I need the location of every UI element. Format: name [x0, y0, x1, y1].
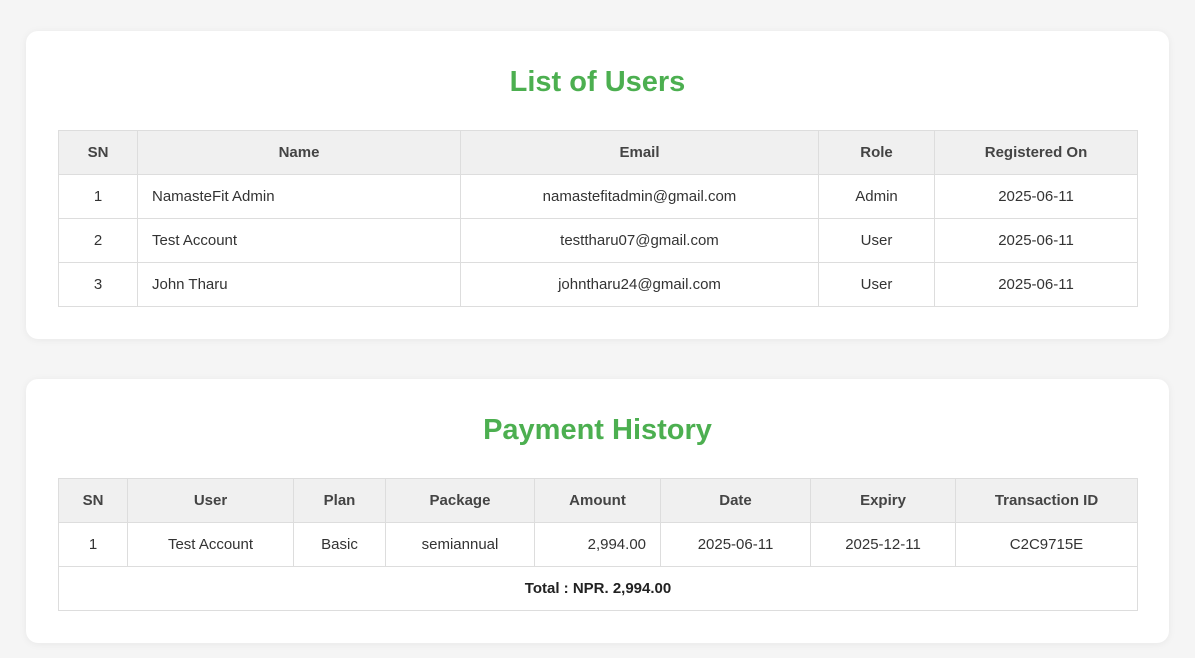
col-header-date: Date — [660, 478, 811, 523]
cell-name: NamasteFit Admin — [137, 174, 461, 219]
users-table: SN Name Email Role Registered On 1 Namas… — [58, 130, 1138, 307]
table-row: 3 John Tharu johntharu24@gmail.com User … — [58, 262, 1138, 307]
col-header-plan: Plan — [293, 478, 386, 523]
payment-history-title: Payment History — [483, 414, 712, 446]
cell-registered-on: 2025-06-11 — [934, 262, 1138, 307]
total-amount: Total : NPR. 2,994.00 — [58, 566, 1138, 611]
col-header-user: User — [127, 478, 294, 523]
payments-table: SN User Plan Package Amount Date Expiry … — [58, 478, 1138, 611]
col-header-sn: SN — [58, 478, 128, 523]
cell-sn: 2 — [58, 218, 138, 263]
cell-role: Admin — [818, 174, 935, 219]
cell-name: John Tharu — [137, 262, 461, 307]
cell-amount: 2,994.00 — [534, 522, 661, 567]
cell-registered-on: 2025-06-11 — [934, 218, 1138, 263]
col-header-expiry: Expiry — [810, 478, 956, 523]
table-row: 2 Test Account testtharu07@gmail.com Use… — [58, 218, 1138, 263]
cell-sn: 3 — [58, 262, 138, 307]
cell-role: User — [818, 218, 935, 263]
cell-email: testtharu07@gmail.com — [460, 218, 819, 263]
cell-email: johntharu24@gmail.com — [460, 262, 819, 307]
col-header-package: Package — [385, 478, 535, 523]
col-header-name: Name — [137, 130, 461, 175]
cell-name: Test Account — [137, 218, 461, 263]
col-header-transaction-id: Transaction ID — [955, 478, 1138, 523]
cell-registered-on: 2025-06-11 — [934, 174, 1138, 219]
cell-role: User — [818, 262, 935, 307]
cell-date: 2025-06-11 — [660, 522, 811, 567]
payment-history-card: Payment History SN User Plan Package Amo… — [26, 379, 1169, 643]
users-card: List of Users SN Name Email Role Registe… — [26, 31, 1169, 339]
cell-transaction-id: C2C9715E — [955, 522, 1138, 567]
users-header-row: SN Name Email Role Registered On — [58, 130, 1138, 175]
col-header-email: Email — [460, 130, 819, 175]
col-header-sn: SN — [58, 130, 138, 175]
total-row: Total : NPR. 2,994.00 — [58, 566, 1138, 611]
cell-expiry: 2025-12-11 — [810, 522, 956, 567]
col-header-amount: Amount — [534, 478, 661, 523]
cell-plan: Basic — [293, 522, 386, 567]
col-header-role: Role — [818, 130, 935, 175]
table-row: 1 NamasteFit Admin namastefitadmin@gmail… — [58, 174, 1138, 219]
payments-header-row: SN User Plan Package Amount Date Expiry … — [58, 478, 1138, 523]
users-title: List of Users — [509, 66, 686, 98]
cell-sn: 1 — [58, 174, 138, 219]
cell-sn: 1 — [58, 522, 128, 567]
cell-email: namastefitadmin@gmail.com — [460, 174, 819, 219]
cell-package: semiannual — [385, 522, 535, 567]
cell-user: Test Account — [127, 522, 294, 567]
table-row: 1 Test Account Basic semiannual 2,994.00… — [58, 522, 1138, 567]
col-header-registered-on: Registered On — [934, 130, 1138, 175]
